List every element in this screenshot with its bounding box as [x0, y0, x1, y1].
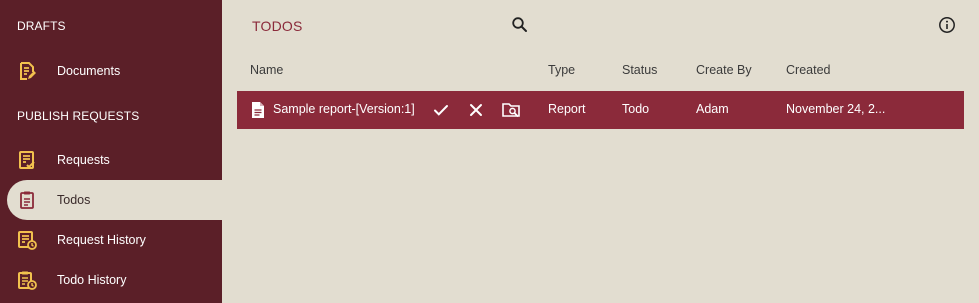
- row-created-by: Adam: [696, 102, 729, 116]
- sidebar-item-label: Requests: [57, 153, 110, 167]
- column-header-name[interactable]: Name: [250, 63, 283, 77]
- sidebar-item-label: Documents: [57, 64, 121, 78]
- search-icon[interactable]: [511, 16, 529, 34]
- requests-list-icon: [19, 151, 35, 169]
- reject-close-icon[interactable]: [467, 101, 485, 119]
- table-row[interactable]: Sample report-[Version:1] Report Todo Ad…: [237, 91, 964, 129]
- sidebar-item-todo-history[interactable]: Todo History: [0, 260, 222, 300]
- approve-check-icon[interactable]: [432, 101, 450, 119]
- document-edit-icon: [20, 62, 36, 80]
- column-header-type[interactable]: Type: [548, 63, 575, 77]
- sidebar-item-request-history[interactable]: Request History: [0, 220, 222, 260]
- sidebar: DRAFTS Documents PUBLISH REQUESTS Reques…: [0, 0, 222, 303]
- sidebar-item-label: Request History: [57, 233, 146, 247]
- sidebar-item-documents[interactable]: Documents: [0, 51, 222, 91]
- publish-requests-section-title: PUBLISH REQUESTS: [17, 109, 140, 123]
- row-created: November 24, 2...: [786, 102, 886, 116]
- document-icon: [252, 102, 264, 118]
- request-history-icon: [18, 231, 37, 250]
- sidebar-item-label: Todo History: [57, 273, 127, 287]
- column-header-status[interactable]: Status: [622, 63, 657, 77]
- main-content: TODOS Name Type Status Create By Created…: [222, 0, 979, 303]
- row-status: Todo: [622, 102, 650, 116]
- row-name[interactable]: Sample report-[Version:1]: [273, 102, 415, 116]
- drafts-section-title: DRAFTS: [17, 19, 66, 33]
- folder-search-icon[interactable]: [502, 101, 520, 119]
- info-icon[interactable]: [938, 16, 956, 34]
- clipboard-icon: [20, 191, 34, 209]
- row-type: Report: [548, 102, 586, 116]
- sidebar-item-label: Todos: [57, 193, 91, 207]
- column-header-created[interactable]: Created: [786, 63, 830, 77]
- sidebar-item-requests[interactable]: Requests: [0, 140, 222, 180]
- column-header-create-by[interactable]: Create By: [696, 63, 752, 77]
- todo-history-icon: [18, 271, 37, 290]
- sidebar-item-todos[interactable]: Todos: [7, 180, 222, 220]
- page-title: TODOS: [252, 18, 303, 34]
